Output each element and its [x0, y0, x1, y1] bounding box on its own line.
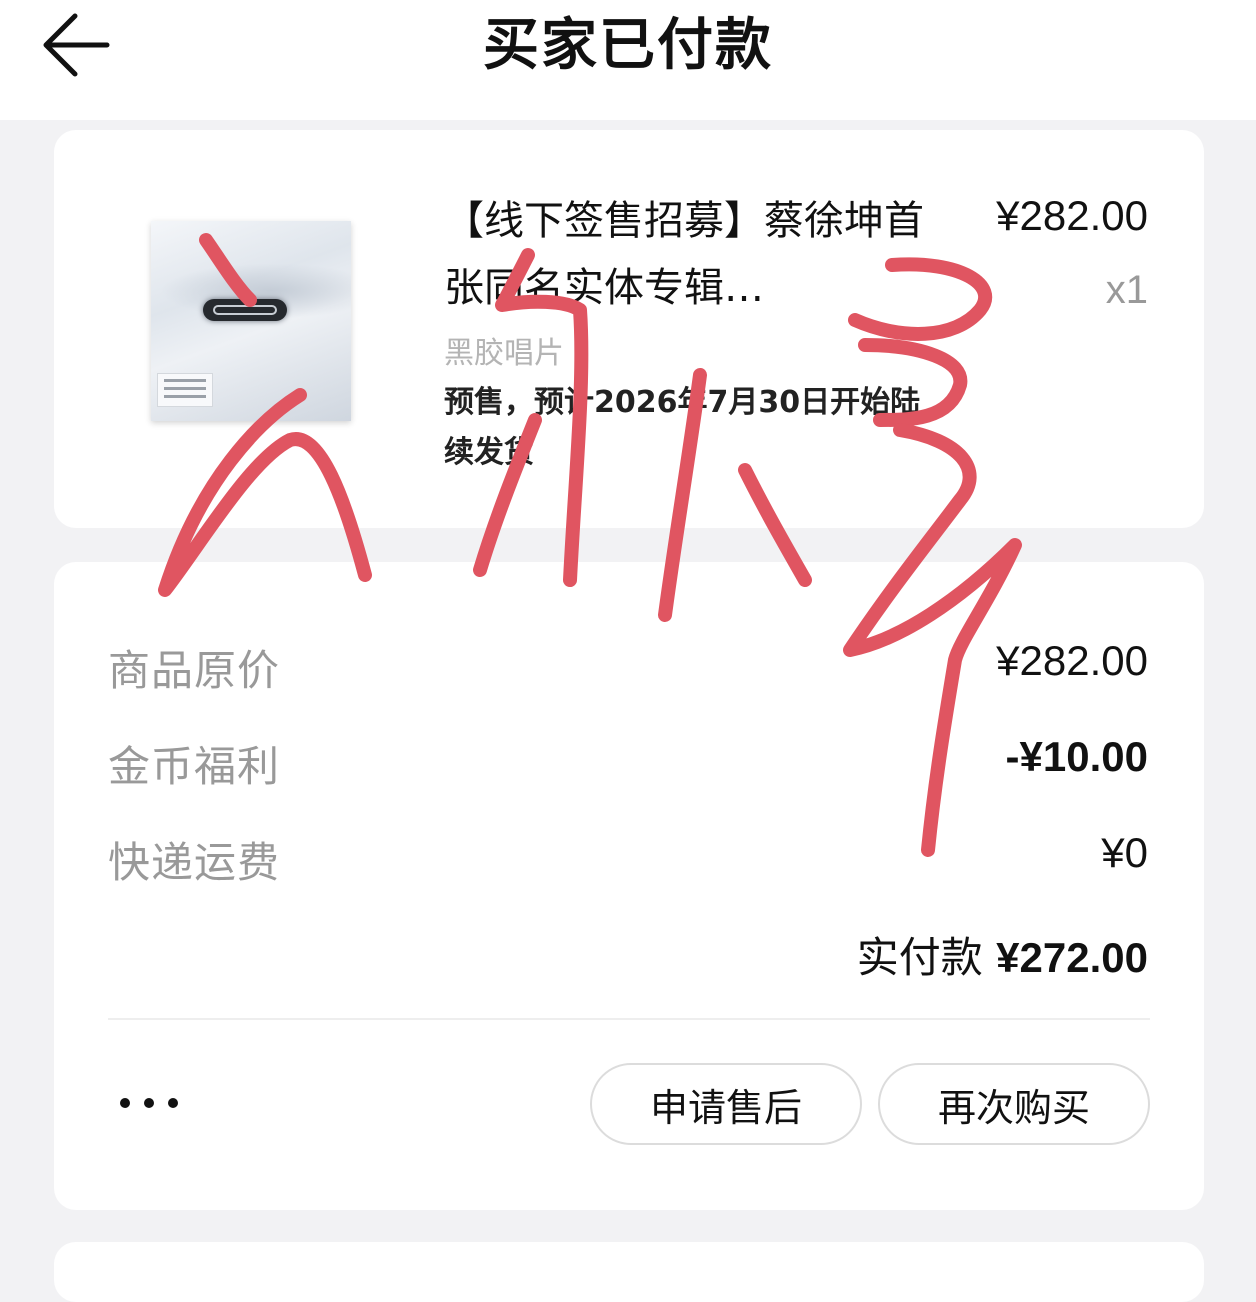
- page-title: 买家已付款: [483, 13, 773, 78]
- product-thumbnail[interactable]: [151, 221, 351, 421]
- next-card: [54, 1242, 1204, 1302]
- header-bar: 买家已付款: [0, 0, 1256, 120]
- coin-benefit-value: -¥10.00: [1005, 733, 1148, 780]
- product-card[interactable]: 【线下签售招募】蔡徐坤首张同名实体专辑… ¥282.00 x1 黑胶唱片 预售，…: [54, 130, 1204, 528]
- payment-summary-card: 商品原价 ¥282.00 金币福利 -¥10.00 快递运费 ¥0 实付款 ¥2…: [54, 562, 1204, 1210]
- coin-benefit-label: 金币福利: [108, 742, 281, 791]
- shipping-fee-value: ¥0: [1101, 829, 1148, 876]
- shop-name: 黑胶唱片: [444, 336, 564, 371]
- product-title[interactable]: 【线下签售招募】蔡徐坤首张同名实体专辑…: [444, 188, 924, 322]
- buy-again-button[interactable]: 再次购买: [878, 1063, 1150, 1145]
- original-price-label: 商品原价: [108, 646, 281, 695]
- shipping-fee-label: 快递运费: [108, 838, 281, 887]
- original-price-value: ¥282.00: [996, 637, 1148, 684]
- product-price: ¥282.00: [996, 192, 1148, 239]
- total-paid-label: 实付款: [856, 933, 983, 982]
- total-paid-value: ¥272.00: [996, 934, 1148, 981]
- more-dots-icon: [120, 1098, 178, 1108]
- product-quantity: x1: [1105, 268, 1148, 312]
- presale-note: 预售，预计2026年7月30日开始陆续发货: [444, 385, 921, 470]
- total-paid: 实付款 ¥272.00: [857, 924, 1148, 985]
- more-button[interactable]: [104, 1078, 194, 1128]
- after-sale-button[interactable]: 申请售后: [590, 1063, 862, 1145]
- divider: [108, 1018, 1150, 1020]
- album-logo: [203, 299, 287, 321]
